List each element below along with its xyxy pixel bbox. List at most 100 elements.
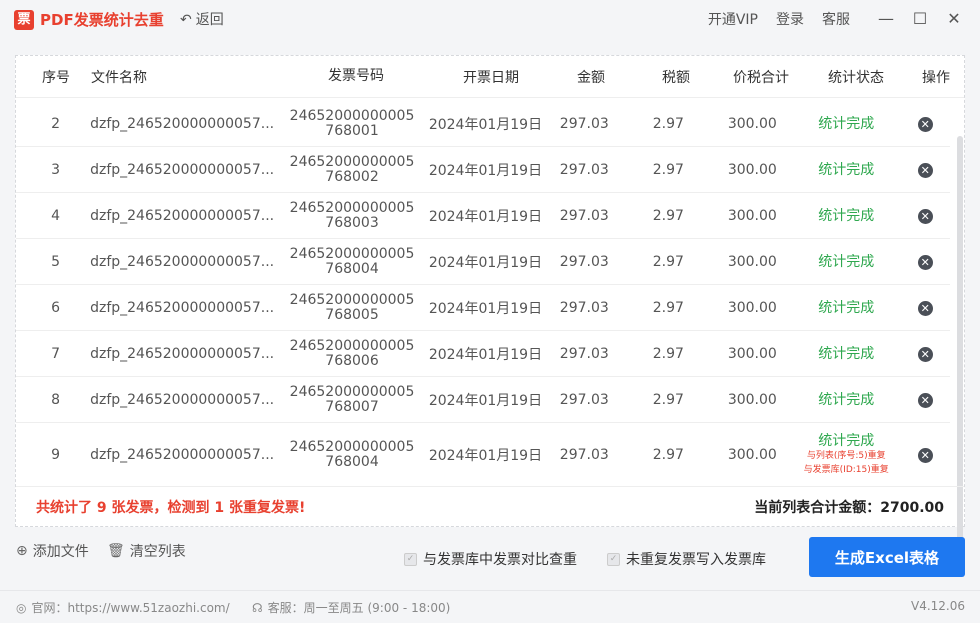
row-action: ✕ — [901, 116, 950, 132]
website-text: 官网：https://www.51zaozhi.com/ — [31, 601, 230, 615]
row-total: 300.00 — [727, 299, 777, 316]
delete-circle-icon[interactable]: ✕ — [917, 346, 933, 362]
row-status: 统计完成 与列表(序号:5)重复 与发票库(ID:15)重复 — [792, 433, 901, 477]
invoice-no-line1: 24652000000005 — [289, 384, 415, 400]
row-action: ✕ — [901, 346, 950, 362]
add-circle-icon: ⊕ — [16, 543, 28, 559]
table-row[interactable]: 6 dzfp_246520000000057... 24652000000005 76… — [16, 285, 950, 331]
table-row[interactable]: 3 dzfp_246520000000057... 24652000000005 76… — [16, 147, 950, 193]
row-status: 统计完成 — [792, 208, 901, 224]
delete-circle-icon[interactable]: ✕ — [917, 392, 933, 408]
row-date: 2024年01月19日 — [428, 208, 543, 225]
duplicate-note-db: 与发票库(ID:15)重复 — [803, 464, 889, 475]
delete-circle-icon[interactable]: ✕ — [917, 116, 933, 132]
row-total: 300.00 — [727, 446, 777, 463]
login-link[interactable]: 登录 — [776, 10, 804, 30]
add-file-button[interactable]: ⊕ 添加文件 — [16, 541, 89, 561]
row-action: ✕ — [901, 447, 950, 463]
row-file-name: dzfp_246520000000057... — [90, 207, 275, 224]
delete-circle-icon[interactable]: ✕ — [917, 447, 933, 463]
status-text: 统计完成 — [818, 345, 875, 362]
row-index: 8 — [51, 391, 60, 408]
status-bar: ◎ 官网：https://www.51zaozhi.com/ ☊ 客服：周一至周… — [0, 590, 980, 623]
invoice-no-line1: 24652000000005 — [289, 338, 415, 354]
row-index: 5 — [51, 253, 60, 270]
table-body[interactable]: 2 dzfp_246520000000057... 24652000000005 76… — [16, 101, 950, 489]
status-text: 统计完成 — [818, 207, 875, 224]
title-bar: 票 PDF发票统计去重 ↶ 返回 开通VIP 登录 客服 — ☐ ✕ — [0, 0, 980, 40]
status-text: 统计完成 — [818, 115, 875, 132]
row-invoice-no: 24652000000005 768003 — [278, 201, 426, 231]
website-info[interactable]: ◎ 官网：https://www.51zaozhi.com/ — [16, 599, 230, 616]
row-action: ✕ — [901, 300, 950, 316]
row-invoice-no: 24652000000005 768002 — [278, 155, 426, 185]
invoice-no-line1: 24652000000005 — [289, 108, 415, 124]
row-total: 300.00 — [727, 345, 777, 362]
row-invoice-no: 24652000000005 768001 — [278, 109, 426, 139]
row-file-name: dzfp_246520000000057... — [90, 299, 275, 316]
row-status: 统计完成 — [792, 116, 901, 132]
table-scrollbar[interactable] — [957, 136, 963, 541]
table-row[interactable]: 2 dzfp_246520000000057... 24652000000005 76… — [16, 101, 950, 147]
minimize-icon[interactable]: — — [878, 8, 894, 30]
delete-circle-icon[interactable]: ✕ — [917, 162, 933, 178]
invoice-no-line2: 768005 — [325, 306, 379, 323]
row-amount: 297.03 — [559, 253, 609, 270]
table-row[interactable]: 4 dzfp_246520000000057... 24652000000005 76… — [16, 193, 950, 239]
invoice-no-line2: 768002 — [325, 168, 379, 185]
row-index: 2 — [51, 115, 60, 132]
table-row[interactable]: 8 dzfp_246520000000057... 24652000000005 76… — [16, 377, 950, 423]
row-file-name: dzfp_246520000000057... — [90, 391, 275, 408]
row-tax: 2.97 — [652, 207, 684, 224]
row-amount: 297.03 — [559, 115, 609, 132]
vip-link[interactable]: 开通VIP — [708, 10, 758, 30]
row-date: 2024年01月19日 — [428, 162, 543, 179]
header-index: 序号 — [42, 69, 70, 86]
table-row[interactable]: 7 dzfp_246520000000057... 24652000000005 76… — [16, 331, 950, 377]
status-text: 统计完成 — [818, 432, 875, 449]
row-invoice-no: 24652000000005 768005 — [278, 293, 426, 323]
row-date: 2024年01月19日 — [428, 346, 543, 363]
row-invoice-no: 24652000000005 768004 — [278, 247, 426, 277]
write-db-label: 未重复发票写入发票库 — [626, 552, 766, 568]
row-status: 统计完成 — [792, 392, 901, 408]
row-total: 300.00 — [727, 391, 777, 408]
checkbox-icon: ✓ — [607, 552, 620, 566]
table-row[interactable]: 5 dzfp_246520000000057... 24652000000005 76… — [16, 239, 950, 285]
row-total: 300.00 — [727, 207, 777, 224]
close-icon[interactable]: ✕ — [946, 8, 962, 30]
row-file-name: dzfp_246520000000057... — [90, 345, 275, 362]
row-tax: 2.97 — [652, 253, 684, 270]
service-link[interactable]: 客服 — [822, 10, 850, 30]
compare-db-checkbox[interactable]: ✓ 与发票库中发票对比查重 — [404, 549, 577, 569]
row-invoice-no: 24652000000005 768006 — [278, 339, 426, 369]
status-text: 统计完成 — [818, 391, 875, 408]
checkbox-icon: ✓ — [404, 552, 417, 566]
delete-circle-icon[interactable]: ✕ — [917, 208, 933, 224]
back-label: 返回 — [195, 12, 224, 28]
back-button[interactable]: ↶ 返回 — [180, 10, 224, 30]
row-amount: 297.03 — [559, 345, 609, 362]
generate-excel-button[interactable]: 生成Excel表格 — [809, 537, 965, 577]
delete-circle-icon[interactable]: ✕ — [917, 254, 933, 270]
row-index: 4 — [51, 207, 60, 224]
headset-icon: ☊ — [252, 600, 263, 615]
maximize-icon[interactable]: ☐ — [912, 8, 928, 30]
compare-db-label: 与发票库中发票对比查重 — [423, 552, 577, 568]
table-row[interactable]: 9 dzfp_246520000000057... 24652000000005 76… — [16, 423, 950, 487]
globe-icon: ◎ — [16, 600, 27, 615]
delete-circle-icon[interactable]: ✕ — [917, 300, 933, 316]
duplicate-note-list: 与列表(序号:5)重复 — [806, 450, 886, 461]
trash-icon: 🗑 — [107, 543, 125, 559]
row-file-name: dzfp_246520000000057... — [90, 161, 275, 178]
row-invoice-no: 24652000000005 768007 — [278, 385, 426, 415]
invoice-no-line2: 768004 — [325, 453, 379, 470]
add-file-label: 添加文件 — [32, 544, 89, 560]
row-action: ✕ — [901, 392, 950, 408]
action-bar: ⊕ 添加文件 🗑 清空列表 ✓ 与发票库中发票对比查重 ✓ 未重复发票写入发票库… — [0, 537, 980, 577]
status-text: 统计完成 — [818, 299, 875, 316]
clear-list-button[interactable]: 🗑 清空列表 — [107, 541, 186, 561]
row-date: 2024年01月19日 — [428, 392, 543, 409]
write-db-checkbox[interactable]: ✓ 未重复发票写入发票库 — [607, 549, 766, 569]
row-status: 统计完成 — [792, 346, 901, 362]
